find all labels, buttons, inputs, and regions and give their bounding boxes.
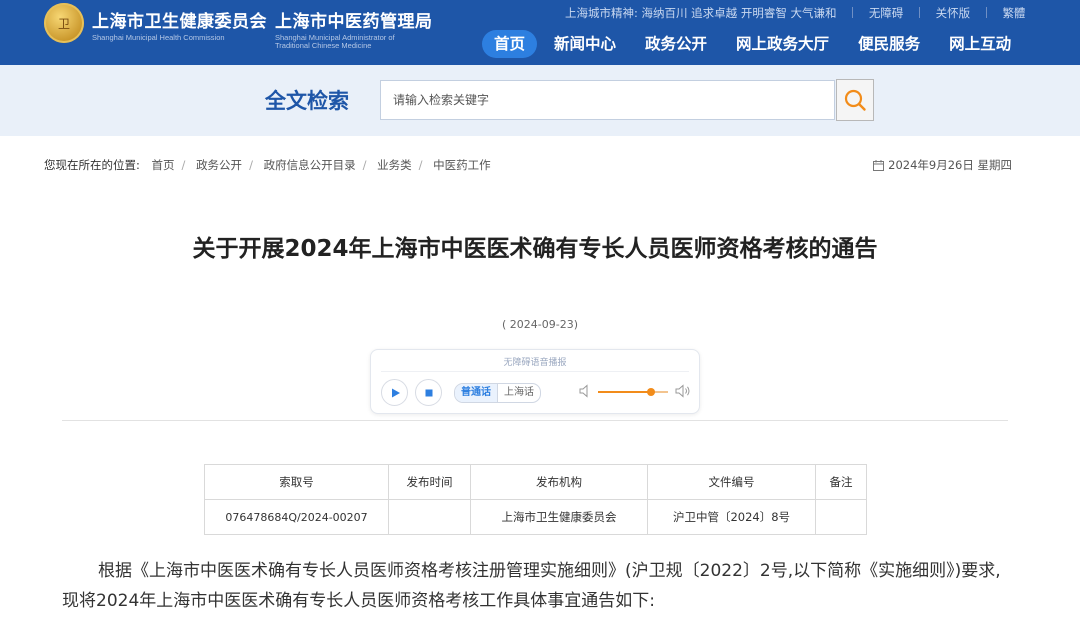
nav-home[interactable]: 首页 [482,30,538,58]
nav-online-hall[interactable]: 网上政务大厅 [724,30,841,58]
cell-publisher: 上海市卫生健康委员会 [470,499,648,535]
volume-slider[interactable] [598,388,668,396]
breadcrumb-catalog[interactable]: 政府信息公开目录 [264,158,356,172]
city-spirit-text: 上海城市精神: 海纳百川 追求卓越 开明睿智 大气谦和 [565,6,837,20]
search-title: 全文检索 [265,89,349,113]
org-name-health-commission[interactable]: 上海市卫生健康委员会 Shanghai Municipal Health Com… [92,7,267,42]
col-remarks: 备注 [815,464,867,500]
accessibility-link[interactable]: 无障碍 [869,6,904,20]
volume-knob[interactable] [646,388,655,396]
nav-interaction[interactable]: 网上互动 [937,30,1023,58]
play-icon [391,388,400,397]
col-index-number: 索取号 [204,464,389,500]
divider [381,371,689,372]
lang-mandarin[interactable]: 普通话 [455,384,497,402]
breadcrumb-lead: 您现在所在的位置: [44,158,140,172]
nav-news[interactable]: 新闻中心 [542,30,628,58]
cell-publish-time [388,499,471,535]
org1-cn: 上海市卫生健康委员会 [92,12,267,32]
table-row: 076478684Q/2024-00207 上海市卫生健康委员会 沪卫中管〔20… [204,499,867,535]
breadcrumb-home[interactable]: 首页 [152,158,175,172]
stop-icon [425,389,432,396]
cell-doc-number: 沪卫中管〔2024〕8号 [647,499,816,535]
nav-gov-affairs[interactable]: 政务公开 [633,30,719,58]
cell-index-number: 076478684Q/2024-00207 [204,499,389,535]
org2-cn: 上海市中医药管理局 [275,12,433,32]
search-band: 全文检索 [0,65,1080,136]
divider [62,420,1008,421]
emblem-logo[interactable]: 卫 [44,3,84,43]
col-doc-number: 文件编号 [647,464,816,500]
article-body-paragraph: 根据《上海市中医医术确有专长人员医师资格考核注册管理实施细则》(沪卫规〔2022… [62,561,1001,611]
volume-low-icon[interactable] [578,383,592,399]
care-mode-link[interactable]: 关怀版 [936,6,971,20]
player-caption: 无障碍语音播报 [503,358,567,368]
stop-button[interactable] [415,379,442,406]
divider [918,7,920,18]
audio-player: 无障碍语音播报 [370,349,700,414]
search-input[interactable] [380,80,835,120]
col-publish-time: 发布时间 [388,464,471,500]
col-publisher: 发布机构 [470,464,648,500]
org1-en: Shanghai Municipal Health Commission [92,33,225,42]
calendar-icon [873,159,885,171]
publish-date: ( 2024-09-23) [501,318,578,331]
divider [985,7,987,18]
breadcrumb-gov-affairs[interactable]: 政务公开 [196,158,242,172]
divider [852,7,854,18]
lang-shanghainese[interactable]: 上海话 [497,384,540,402]
dialect-toggle: 普通话 上海话 [454,383,541,403]
volume-fill [598,391,651,393]
breadcrumb: 您现在所在的位置: 首页 / 政务公开 / 政府信息公开目录 / 业务类 / 中医药工作 [44,158,491,172]
article-title: 关于开展2024年上海市中医医术确有专长人员医师资格考核的通告 [192,236,878,262]
breadcrumb-tcm-work[interactable]: 中医药工作 [433,158,491,172]
org-name-tcm-admin[interactable]: 上海市中医药管理局 Shanghai Municipal Administrat… [275,7,433,50]
document-meta-table: 索取号 发布时间 发布机构 文件编号 备注 076478684Q/2024-00… [204,464,867,535]
site-header: 卫 上海市卫生健康委员会 Shanghai Municipal Health C… [0,0,1080,65]
cell-remarks [815,499,867,535]
play-button[interactable] [381,379,408,406]
current-date: 2024年9月26日 星期四 [873,157,1012,173]
search-button[interactable] [836,79,874,121]
emblem-text: 卫 [57,16,70,31]
main-nav: 首页 新闻中心 政务公开 网上政务大厅 便民服务 网上互动 [482,30,1028,58]
breadcrumb-business[interactable]: 业务类 [377,158,412,172]
volume-high-icon[interactable] [675,383,691,399]
date-text: 2024年9月26日 星期四 [888,158,1012,172]
org2-en-2: Traditional Chinese Medicine [275,41,372,50]
nav-services[interactable]: 便民服务 [846,30,932,58]
search-icon [844,89,866,111]
table-row: 索取号 发布时间 发布机构 文件编号 备注 [204,464,867,500]
traditional-chinese-link[interactable]: 繁體 [1002,6,1025,20]
top-links: 上海城市精神: 海纳百川 追求卓越 开明睿智 大气谦和 无障碍 关怀版 繁體 [565,5,1025,21]
